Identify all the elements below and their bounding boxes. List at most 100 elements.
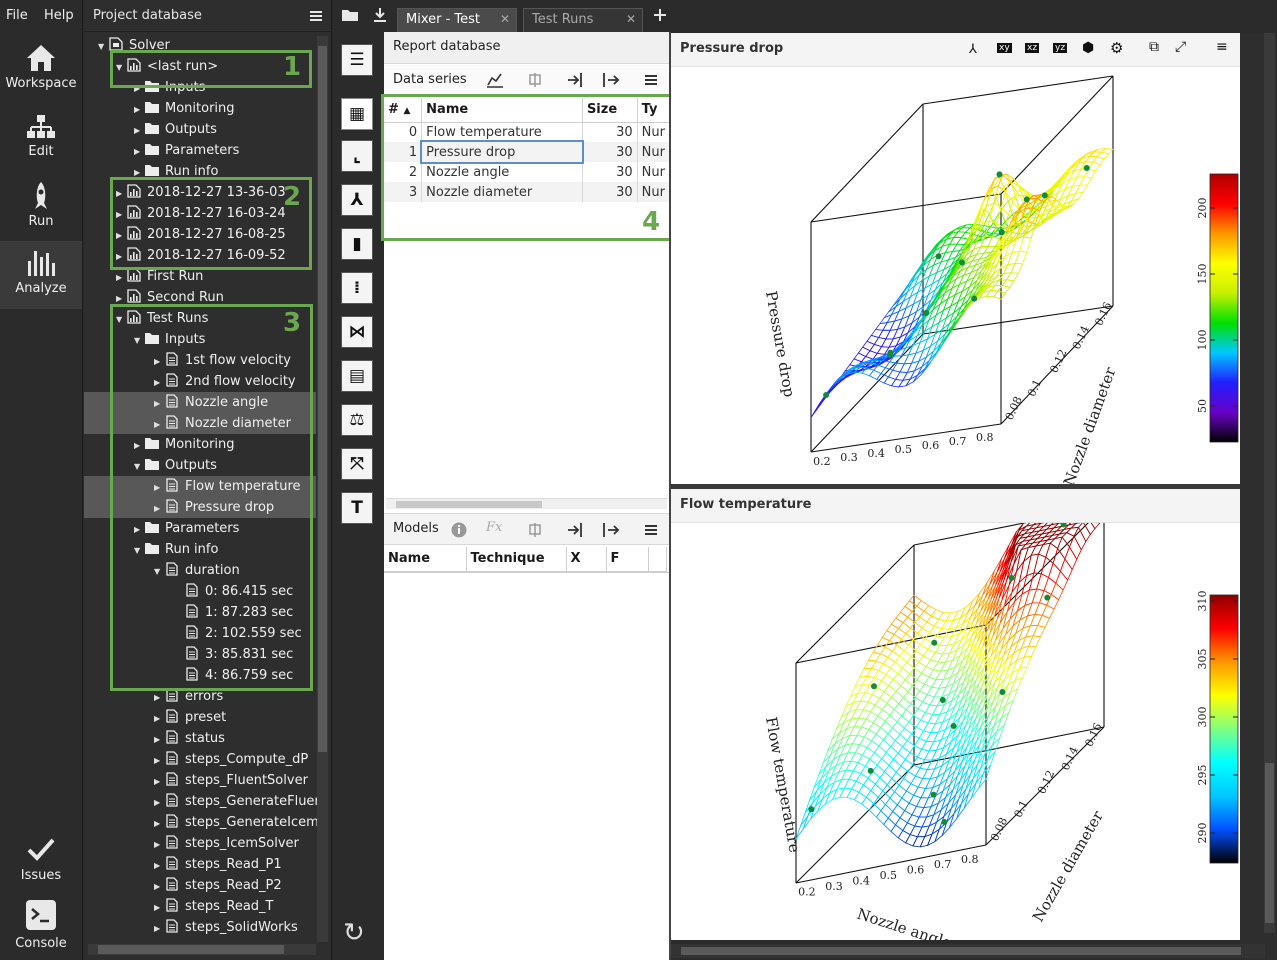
tree-item[interactable]: ▶ steps_Compute_dP bbox=[84, 749, 316, 770]
column-header-type[interactable]: Ty bbox=[637, 98, 669, 123]
hamburger-menu-icon[interactable] bbox=[645, 74, 657, 86]
tree-item[interactable]: ▶ 2018-12-27 16-03-24 bbox=[84, 203, 316, 224]
table-view-button[interactable]: ☰ bbox=[341, 44, 373, 76]
models-column-technique[interactable]: Technique bbox=[466, 547, 567, 572]
tree-item[interactable]: ▶ steps_Read_T bbox=[84, 896, 316, 917]
hamburger-menu-icon[interactable] bbox=[645, 524, 657, 536]
function-icon[interactable]: Fx bbox=[486, 520, 502, 535]
caret-right-icon[interactable]: ▶ bbox=[154, 477, 164, 498]
models-column-x[interactable]: X bbox=[566, 547, 607, 572]
cell-type[interactable]: Nur bbox=[637, 162, 669, 182]
tree-item[interactable]: ▶ steps_FluentSolver bbox=[84, 770, 316, 791]
tree-item[interactable]: ▼ duration bbox=[84, 560, 316, 581]
series-horizontal-scrollbar[interactable] bbox=[386, 498, 667, 509]
cell-name[interactable]: Flow temperature bbox=[421, 122, 583, 142]
cell-name[interactable]: Nozzle angle bbox=[421, 162, 583, 182]
column-header-size[interactable]: Size bbox=[582, 98, 638, 123]
cell-type[interactable]: Nur bbox=[637, 182, 669, 202]
tab-mixer-test[interactable]: Mixer - Test ✕ bbox=[397, 8, 517, 32]
caret-right-icon[interactable]: ▶ bbox=[116, 246, 126, 267]
caret-down-icon[interactable]: ▼ bbox=[116, 57, 126, 78]
info-icon[interactable] bbox=[451, 522, 467, 538]
caret-right-icon[interactable]: ▶ bbox=[154, 498, 164, 519]
tree-item[interactable]: ▶ 1st flow velocity bbox=[84, 350, 316, 371]
caret-right-icon[interactable]: ▶ bbox=[154, 708, 164, 729]
tree-item[interactable]: ▶ steps_GenerateFluer bbox=[84, 791, 320, 812]
caret-right-icon[interactable]: ▶ bbox=[154, 813, 164, 834]
caret-right-icon[interactable]: ▶ bbox=[116, 183, 126, 204]
tree-item[interactable]: ▶ First Run bbox=[84, 266, 316, 287]
nav-console[interactable]: Console bbox=[0, 892, 82, 960]
download-icon[interactable] bbox=[373, 7, 387, 23]
restore-window-icon[interactable]: ⧉ bbox=[1149, 39, 1159, 55]
tree-item[interactable]: ▶ Flow temperature bbox=[84, 476, 316, 497]
table-row[interactable]: 2 Nozzle angle 30 Nur bbox=[384, 162, 669, 182]
caret-right-icon[interactable]: ▶ bbox=[134, 435, 144, 456]
cell-size[interactable]: 30 bbox=[582, 162, 638, 182]
close-tab-icon[interactable]: ✕ bbox=[626, 12, 636, 26]
filter-icon[interactable] bbox=[528, 522, 542, 538]
tree-item[interactable]: 3: 85.831 sec bbox=[84, 644, 316, 665]
cell-size[interactable]: 30 bbox=[582, 182, 638, 202]
tree-horizontal-scrollbar[interactable] bbox=[88, 944, 316, 955]
cell-name[interactable]: Nozzle diameter bbox=[421, 182, 583, 202]
models-column-name[interactable]: Name bbox=[384, 547, 467, 572]
table-row[interactable]: 0 Flow temperature 30 Nur bbox=[384, 122, 669, 142]
tree-item[interactable]: ▶ status bbox=[84, 728, 316, 749]
tree-item[interactable]: ▼ Run info bbox=[84, 539, 316, 560]
caret-right-icon[interactable]: ▶ bbox=[154, 687, 164, 708]
nav-run[interactable]: Run bbox=[0, 174, 82, 242]
axes-icon[interactable]: ⅄ bbox=[969, 42, 977, 57]
nav-issues[interactable]: Issues bbox=[0, 828, 82, 896]
caret-down-icon[interactable]: ▼ bbox=[134, 456, 144, 477]
tree-item[interactable]: ▼ Inputs bbox=[84, 329, 316, 350]
caret-right-icon[interactable]: ▶ bbox=[154, 876, 164, 897]
scrollbar-thumb[interactable] bbox=[396, 501, 542, 508]
xy-plot-button[interactable]: ⌞ bbox=[341, 140, 373, 172]
hamburger-menu-icon[interactable] bbox=[310, 10, 322, 22]
balance-scale-button[interactable]: ⚖ bbox=[341, 404, 373, 436]
models-column-s[interactable]: S bbox=[648, 547, 667, 572]
yz-view-icon[interactable]: yz bbox=[1053, 43, 1068, 53]
open-folder-icon[interactable] bbox=[341, 8, 359, 22]
tree-item[interactable]: 2: 102.559 sec bbox=[84, 623, 316, 644]
tree-item[interactable]: ▶ steps_GenerateIcem bbox=[84, 812, 319, 834]
import-icon[interactable] bbox=[567, 72, 585, 88]
caret-right-icon[interactable]: ▶ bbox=[154, 372, 164, 393]
tree-item[interactable]: ▶ preset bbox=[84, 707, 316, 728]
caret-right-icon[interactable]: ▶ bbox=[134, 120, 144, 141]
tree-item[interactable]: ▶ 2018-12-27 16-08-25 bbox=[84, 224, 316, 245]
caret-down-icon[interactable]: ▼ bbox=[116, 309, 126, 330]
caret-right-icon[interactable]: ▶ bbox=[154, 414, 164, 435]
caret-right-icon[interactable]: ▶ bbox=[134, 99, 144, 120]
caret-right-icon[interactable]: ▶ bbox=[154, 393, 164, 414]
tree-item[interactable]: 0: 86.415 sec bbox=[84, 581, 316, 602]
tree-item[interactable]: ▶ steps_Read_P1 bbox=[84, 854, 316, 875]
scrollbar-thumb[interactable] bbox=[1265, 763, 1274, 923]
expand-window-icon[interactable]: ⤢ bbox=[1175, 39, 1186, 55]
tree-item[interactable]: ▼ Test Runs bbox=[84, 308, 316, 329]
tree-item[interactable]: ▶ steps_Read_P2 bbox=[84, 875, 316, 896]
add-tab-icon[interactable] bbox=[653, 8, 667, 22]
nav-workspace[interactable]: Workspace bbox=[0, 36, 82, 104]
refresh-icon[interactable]: ↻ bbox=[343, 918, 365, 948]
cell-idx[interactable]: 1 bbox=[384, 142, 423, 162]
cell-type[interactable]: Nur bbox=[637, 142, 669, 162]
caret-down-icon[interactable]: ▼ bbox=[134, 540, 144, 561]
caret-right-icon[interactable]: ▶ bbox=[154, 897, 164, 918]
caret-right-icon[interactable]: ▶ bbox=[154, 771, 164, 792]
tree-item[interactable]: ▶ Monitoring bbox=[84, 98, 316, 119]
menu-help[interactable]: Help bbox=[44, 8, 74, 23]
cell-type[interactable]: Nur bbox=[637, 122, 669, 142]
bar-histogram-button[interactable]: ▮ bbox=[341, 228, 373, 260]
caret-down-icon[interactable]: ▼ bbox=[134, 330, 144, 351]
text-page-button[interactable]: T bbox=[341, 492, 373, 524]
scatter-matrix-button[interactable]: ⤧ bbox=[341, 448, 373, 480]
tree-item[interactable]: ▶ Nozzle diameter bbox=[84, 413, 316, 434]
report-button[interactable]: ▤ bbox=[341, 360, 373, 392]
distribution-button[interactable]: ⁞ bbox=[341, 272, 373, 304]
caret-right-icon[interactable]: ▶ bbox=[116, 267, 126, 288]
tree-vertical-scrollbar[interactable] bbox=[317, 36, 328, 942]
models-column-f[interactable]: F bbox=[606, 547, 649, 572]
tree-item[interactable]: ▶ Parameters bbox=[84, 518, 316, 539]
